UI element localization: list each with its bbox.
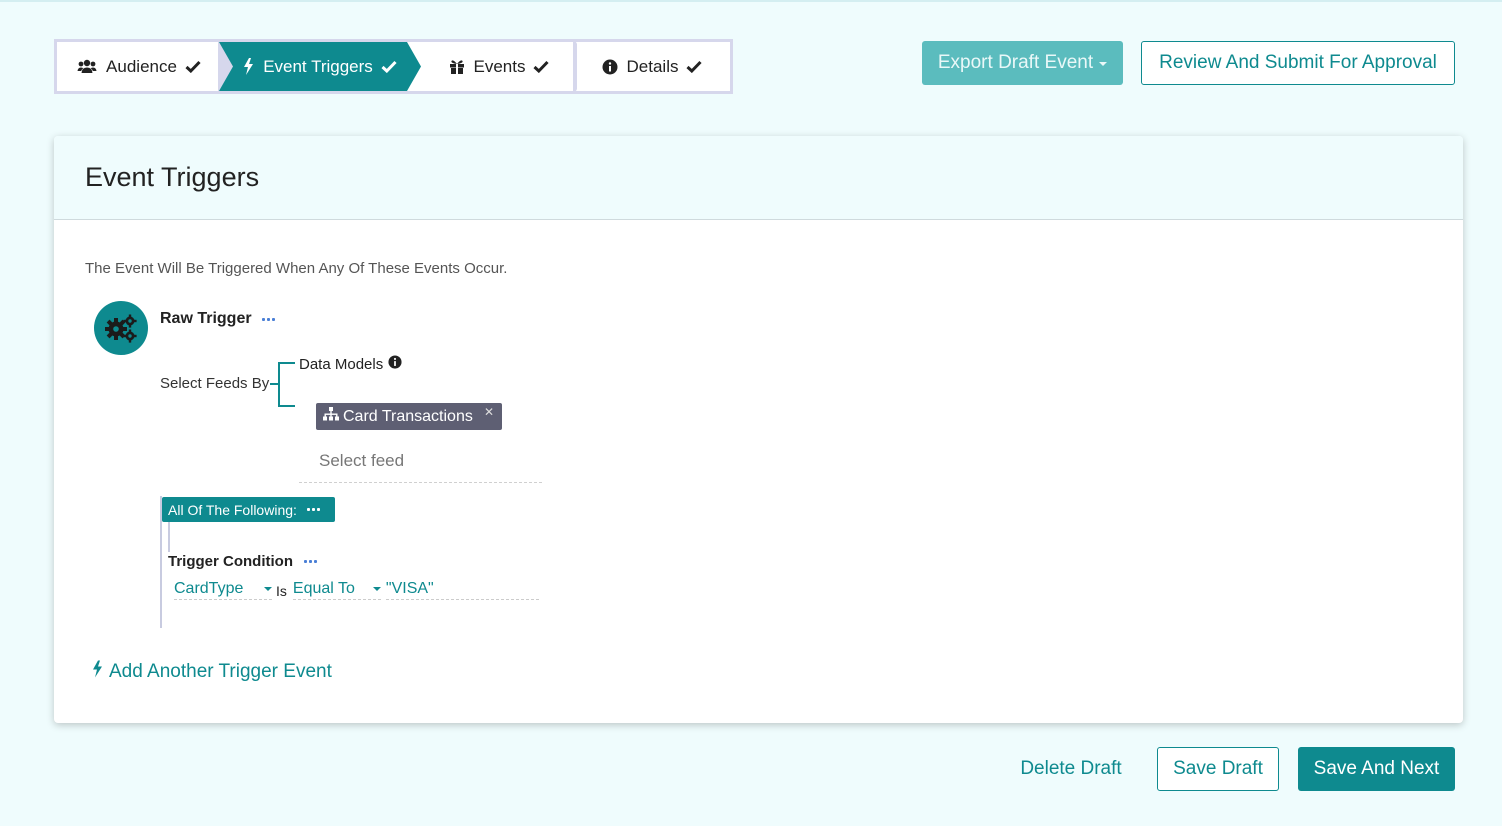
field-select[interactable]: CardType — [174, 580, 272, 600]
more-options-icon[interactable] — [261, 317, 275, 321]
step-label: Events — [473, 56, 526, 76]
save-and-next-button[interactable]: Save And Next — [1298, 747, 1455, 791]
caret-down-icon — [372, 587, 381, 591]
caret-down-icon — [1099, 62, 1108, 66]
operator-value: Equal To — [292, 580, 355, 597]
intro-text: The Event Will Be Triggered When Any Of … — [85, 260, 508, 277]
delete-draft-button[interactable]: Delete Draft — [1004, 747, 1138, 791]
raw-trigger-title: Raw Trigger — [160, 310, 252, 327]
cogs-icon — [94, 301, 148, 355]
check-icon — [185, 60, 201, 73]
sitemap-icon — [323, 407, 339, 426]
step-label: Details — [626, 56, 679, 76]
save-draft-button[interactable]: Save Draft — [1157, 747, 1279, 791]
bolt-icon — [243, 58, 254, 75]
select-feed-input[interactable] — [299, 440, 542, 483]
gift-icon — [449, 59, 465, 74]
group-label: All Of The Following: — [168, 501, 297, 518]
info-icon[interactable] — [388, 355, 402, 373]
wizard-stepper: Audience Event Triggers Events Details — [54, 39, 733, 94]
operator-select[interactable]: Equal To — [292, 580, 381, 600]
info-icon — [602, 59, 618, 75]
caret-down-icon — [264, 587, 272, 591]
bolt-icon — [92, 660, 103, 684]
tree-bracket — [278, 362, 295, 407]
card-title: Event Triggers — [85, 162, 260, 192]
step-details[interactable]: Details — [577, 42, 727, 91]
tree-connector — [270, 383, 278, 385]
more-options-icon[interactable] — [306, 508, 320, 511]
condition-group-tag[interactable]: All Of The Following: — [162, 497, 335, 522]
check-icon — [533, 60, 550, 73]
group-connector — [168, 522, 170, 552]
selected-feed-chip: Card Transactions ✕ — [316, 403, 502, 430]
step-events[interactable]: Events — [421, 42, 577, 91]
remove-chip-icon[interactable]: ✕ — [484, 405, 494, 419]
export-draft-event-button[interactable]: Export Draft Event — [922, 41, 1123, 85]
step-label: Event Triggers — [263, 56, 373, 76]
step-event-triggers[interactable]: Event Triggers — [219, 42, 421, 91]
users-icon — [77, 59, 97, 75]
add-trigger-link[interactable]: Add Another Trigger Event — [92, 660, 332, 684]
condition-value-input[interactable]: "VISA" — [385, 580, 539, 600]
trigger-condition-title: Trigger Condition — [168, 553, 293, 570]
select-feeds-label: Select Feeds By — [160, 375, 270, 392]
check-icon — [686, 60, 703, 73]
export-label: Export Draft Event — [937, 52, 1094, 73]
is-label: Is — [276, 583, 287, 599]
step-audience[interactable]: Audience — [57, 42, 221, 91]
more-options-icon[interactable] — [304, 560, 317, 563]
data-models-label: Data Models — [299, 355, 384, 373]
card-header: Event Triggers — [54, 136, 1463, 220]
trigger-condition-heading: Trigger Condition — [168, 553, 317, 570]
data-models-option[interactable]: Data Models — [299, 355, 402, 373]
review-submit-button[interactable]: Review And Submit For Approval — [1141, 41, 1455, 85]
event-triggers-card: Event Triggers The Event Will Be Trigger… — [54, 136, 1463, 723]
field-value: CardType — [174, 580, 244, 597]
raw-trigger-heading: Raw Trigger — [160, 310, 275, 328]
check-icon — [381, 60, 397, 73]
add-trigger-label: Add Another Trigger Event — [109, 661, 332, 682]
step-label: Audience — [106, 56, 177, 76]
selected-feed-label: Card Transactions — [343, 407, 473, 425]
condition-row: CardType Is Equal To "VISA" — [174, 578, 539, 600]
